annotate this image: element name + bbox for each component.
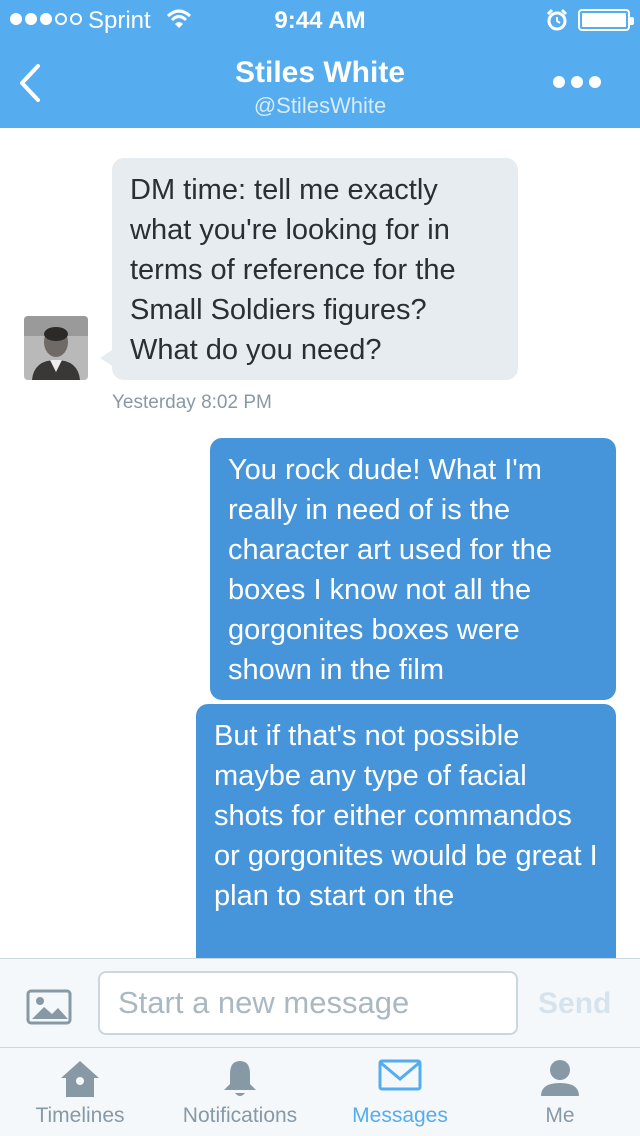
outgoing-message-bubble[interactable]: You rock dude! What I'm really in need o… [210,438,616,700]
status-time: 9:44 AM [274,7,366,34]
more-options-button[interactable] [553,76,601,88]
compose-bar: Send [0,958,640,1048]
tab-messages[interactable]: Messages [340,1048,460,1136]
status-bar: Sprint 9:44 AM [0,0,640,40]
tab-label: Messages [352,1104,448,1127]
incoming-message-bubble[interactable]: DM time: tell me exactly what you're loo… [112,158,518,380]
home-icon [58,1058,102,1105]
message-input[interactable] [98,971,518,1035]
photo-icon[interactable] [26,989,72,1030]
message-timestamp: Yesterday 8:02 PM [112,392,272,413]
send-button[interactable]: Send [538,987,611,1021]
tab-timelines[interactable]: Timelines [20,1048,140,1136]
navigation-header: Sprint 9:44 AM Stiles White @StilesWhite [0,0,640,128]
envelope-icon [378,1058,422,1097]
incoming-bubble-tail [100,350,112,366]
tab-label: Notifications [182,1104,298,1127]
alarm-icon [545,8,569,39]
tab-notifications[interactable]: Notifications [170,1048,310,1136]
more-dots-icon [553,76,565,88]
message-thread[interactable]: DM time: tell me exactly what you're loo… [0,128,640,958]
tab-bar: Timelines Notifications Messages Me [0,1048,640,1136]
conversation-handle: @StilesWhite [253,93,387,118]
tab-me[interactable]: Me [510,1048,610,1136]
outgoing-message-bubble[interactable]: But if that's not possible maybe any typ… [196,704,616,958]
person-icon [538,1058,582,1105]
conversation-title: Stiles White [234,56,406,89]
tab-label: Me [545,1104,575,1127]
avatar[interactable] [24,316,88,380]
battery-icon [578,9,634,31]
tab-label: Timelines [35,1104,125,1127]
bell-icon [220,1058,260,1105]
